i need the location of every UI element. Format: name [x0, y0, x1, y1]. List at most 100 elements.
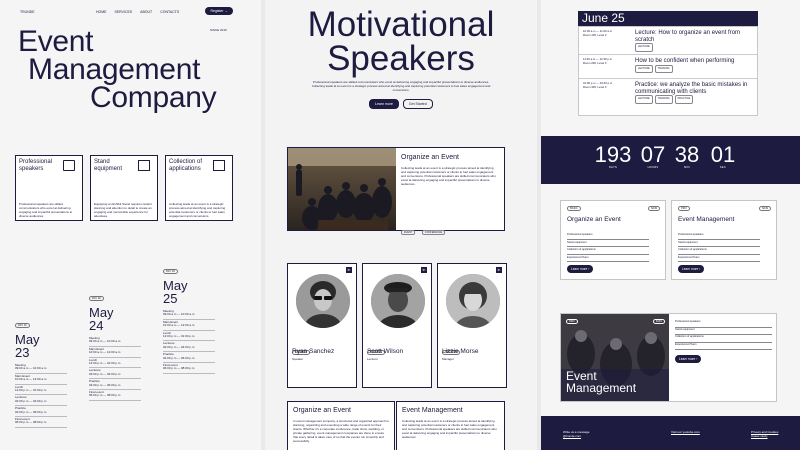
speakers-title-line-2: Speakers — [327, 39, 475, 78]
pricing-card-management[interactable]: PRO $249 Event Management Professional s… — [671, 200, 777, 280]
schedule-item: Lunch 12:00 p.m — 01:00 p.m — [89, 358, 141, 369]
day-schedule-3: DAY 03 May 25 Meeting 09:00 a.m — 10:00 a… — [163, 259, 215, 374]
schedule-list: Meeting 09:00 a.m — 10:00 a.m Main Event 1… — [89, 336, 141, 401]
learn-more-button[interactable]: Learn more › — [567, 265, 594, 273]
nav-contacts[interactable]: CONTACTS — [160, 10, 179, 14]
bottom-card-text: In event management company, a structure… — [293, 419, 389, 444]
top-nav: TRUNDE HOME SERVICES ABOUT CONTACTS Regi… — [20, 7, 241, 16]
schedule-item: Final event 06:00 p.m — 08:00 p.m — [89, 390, 141, 401]
hero-line-2: Management — [28, 53, 201, 86]
plan-price: $249 — [653, 319, 665, 324]
service-title: Collection of applications — [169, 159, 203, 172]
schedule-item: Lectures 02:00 p.m — 04:00 p.m — [89, 368, 141, 380]
service-text: Collecting leads at an event is a strate… — [169, 202, 226, 219]
schedule-item: Lectures 02:00 p.m — 04:00 p.m — [163, 341, 215, 353]
lecture-time: 10:00 a.m — 11:00 a.m Room 105, Level 2 — [583, 29, 613, 37]
nav-home[interactable]: HOME — [96, 10, 107, 14]
feature-tags: EVENT CONFERENCE — [401, 220, 447, 238]
lecture-time: 01:00 p.m — 02:30 p.m Room 305, Level 3 — [583, 81, 613, 89]
conference-photo — [288, 148, 396, 230]
service-card-speakers[interactable]: Professional speakers Professional speak… — [15, 155, 83, 221]
speaker-card-lizzie[interactable]: in SPEAKER Lizzie Morse Manager — [437, 263, 507, 388]
lecture-row[interactable]: 01:00 p.m — 02:30 p.m Room 305, Level 3 P… — [579, 79, 757, 115]
schedule-item: Practice 04:00 p.m — 06:00 p.m — [163, 352, 215, 364]
speaker-photo — [446, 274, 500, 328]
speaker-name: Ryan Sanchez — [292, 348, 335, 355]
learn-more-button[interactable]: Learn more › — [675, 355, 702, 363]
lecture-info: Practice: we analyze the basic mistakes … — [635, 82, 753, 111]
speaker-role: Lecturer — [367, 357, 379, 361]
day-badge: DAY 01 — [15, 323, 30, 328]
plan-price: $249 — [759, 206, 771, 211]
day-schedule-2: DAY 02 May 24 Meeting 09:00 a.m — 10:00 a… — [89, 286, 141, 401]
nav-services[interactable]: SERVICES — [115, 10, 133, 14]
speakers-column: Motivational Speakers Professional speak… — [265, 0, 537, 450]
service-card-stand[interactable]: Stand equipment Equipping an Exhibit Sta… — [90, 155, 158, 221]
schedule-item: Meeting 09:00 a.m — 10:00 a.m — [89, 336, 141, 347]
hero-actions: Learn more Get Started — [369, 99, 433, 109]
speakers-title-line-1: Motivational — [307, 5, 495, 44]
schedule-item: Lunch 12:00 p.m — 01:00 p.m — [15, 385, 67, 396]
lecture-list: 10:00 a.m — 11:00 a.m Room 105, Level 2 L… — [578, 26, 758, 116]
linkedin-icon[interactable]: in — [346, 267, 352, 273]
bottom-card-management[interactable]: Event Management Collecting leads at an … — [396, 401, 505, 450]
plan-badge: BASIC — [567, 206, 581, 211]
get-started-button[interactable]: Get Started — [402, 99, 433, 109]
speaker-name: Lizzie Morse — [442, 348, 479, 355]
speaker-role: Speaker — [292, 357, 304, 361]
service-text: Equipping an Exhibit Stand requires care… — [94, 202, 152, 219]
countdown-seconds: 01 SEC — [710, 142, 736, 170]
speaker-card-ryan[interactable]: in SPEAKER Ryan Sanchez Speaker — [287, 263, 357, 388]
linkedin-icon[interactable]: in — [496, 267, 502, 273]
speaker-card-scott[interactable]: in SPEAKER Scott Wilson Lecturer — [362, 263, 432, 388]
tag-event: EVENT — [401, 230, 416, 235]
schedule-item: Meeting 09:00 a.m — 10:00 a.m — [163, 309, 215, 320]
schedule-item: Meeting 09:00 a.m — 10:00 a.m — [15, 363, 67, 374]
schedule-item: Main Event 10:00 a.m — 12:00 a.m — [163, 320, 215, 331]
plan-features: Professional speakers Stand equipment Coll… — [678, 232, 760, 262]
plan-badge: PRO — [678, 206, 690, 211]
pricing-card-organize[interactable]: BASIC $249 Organize an Event Professiona… — [560, 200, 666, 280]
schedule-item: Practice 04:00 p.m — 06:00 p.m — [89, 379, 141, 391]
countdown-banner: 193 DAYS 07 HOURS 38 MIN 01 SEC — [541, 136, 800, 184]
schedule-list: Meeting 09:00 a.m — 10:00 a.m Main Event 1… — [15, 363, 67, 428]
plan-title: Event Management — [678, 216, 735, 223]
schedule-date-header: June 25 — [578, 11, 758, 26]
schedule-item: Final event 06:00 p.m — 08:00 p.m — [163, 363, 215, 374]
intro-text: Professional speakers are skilled commun… — [311, 80, 491, 93]
service-card-applications[interactable]: Collection of applications Collecting le… — [165, 155, 233, 221]
chat-icon — [63, 160, 75, 171]
plan-badge: PRO — [566, 319, 578, 324]
day-number: 25 — [163, 291, 178, 306]
feature-text: Collecting leads at an event is a strate… — [401, 166, 496, 187]
speaker-photo — [371, 274, 425, 328]
footer-links: Privacy and Cookies Cases study — [751, 430, 778, 438]
landing-column: TRUNDE HOME SERVICES ABOUT CONTACTS Regi… — [0, 0, 261, 450]
footer-write: Write us a message @trunde.com — [563, 430, 590, 439]
cases-link[interactable]: Cases study — [751, 434, 778, 438]
logo: TRUNDE — [20, 10, 35, 14]
hero-title: Event Management Company — [18, 27, 217, 113]
schedule-item: Practice 04:00 p.m — 06:00 p.m — [15, 406, 67, 418]
schedule-item: Lectures 02:00 p.m — 04:00 p.m — [15, 395, 67, 407]
footer-youtube-link[interactable]: Visit our youtube.com — [671, 430, 700, 434]
lecture-time: 11:30 a.m — 12:30 p.m Room 206, Level 3 — [583, 57, 613, 65]
countdown-minutes: 38 MIN — [674, 142, 700, 170]
nav-about[interactable]: ABOUT — [140, 10, 152, 14]
speakers-title: Motivational Speakers — [265, 5, 537, 78]
feature-card[interactable]: Organize an Event Collecting leads at an… — [287, 147, 505, 235]
learn-more-button[interactable]: Learn more › — [678, 265, 705, 273]
register-button[interactable]: Register → — [205, 7, 233, 15]
event-banner[interactable]: PRO $249 Event Management Professional sp… — [560, 313, 777, 402]
banner-title: Event Management — [566, 369, 637, 395]
lecture-row[interactable]: 11:30 a.m — 12:30 p.m Room 206, Level 3 H… — [579, 55, 757, 79]
linkedin-icon[interactable]: in — [421, 267, 427, 273]
lecture-row[interactable]: 10:00 a.m — 11:00 a.m Room 105, Level 2 L… — [579, 27, 757, 55]
service-title: Stand equipment — [94, 159, 123, 172]
schedule-list: Meeting 09:00 a.m — 10:00 a.m Main Event 1… — [163, 309, 215, 374]
learn-more-button[interactable]: Learn more — [369, 99, 399, 109]
bottom-card-organize[interactable]: Organize an Event In event management co… — [287, 401, 395, 450]
day-badge: DAY 02 — [89, 296, 104, 301]
plan-title: Organize an Event — [567, 216, 621, 223]
footer-email[interactable]: @trunde.com — [563, 434, 589, 438]
